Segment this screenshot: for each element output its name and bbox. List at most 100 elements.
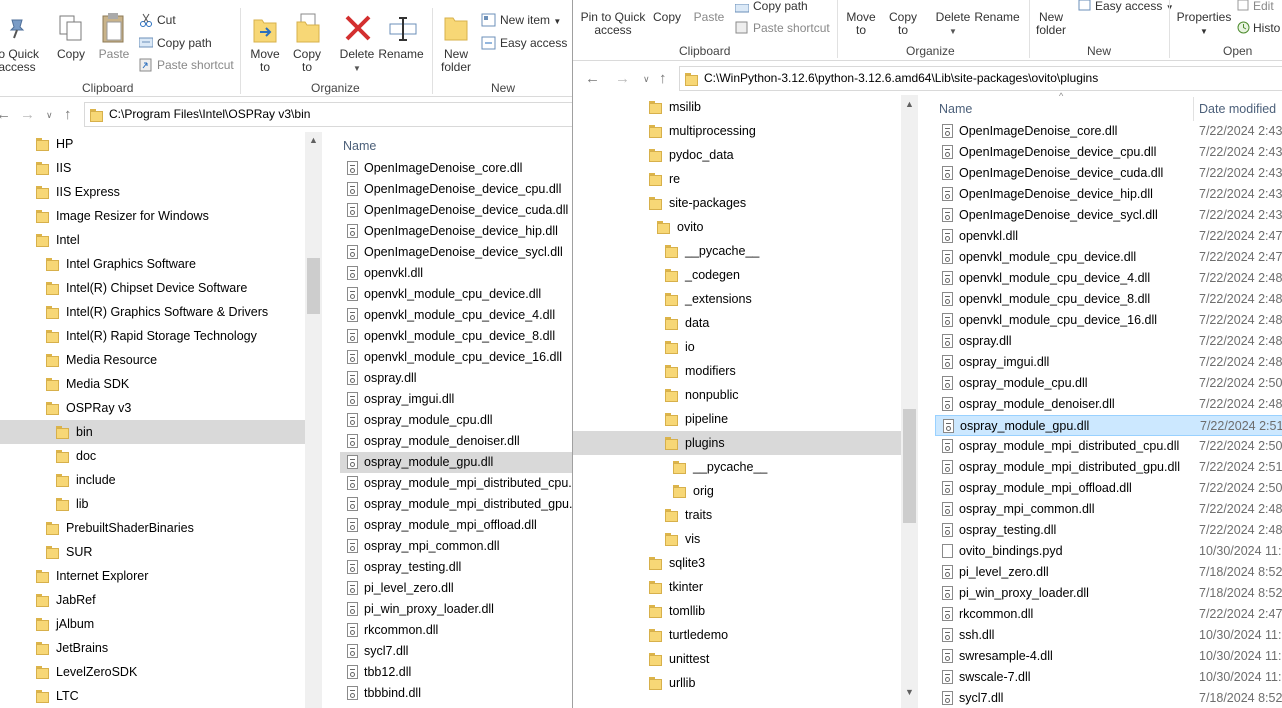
tree-item[interactable]: JabRef [0,588,305,612]
navigation-pane-scrollbar[interactable]: ▲ [305,132,322,708]
tree-item[interactable]: traits [573,503,901,527]
file-row[interactable]: ospray_module_mpi_offload.dll 7/22/2024 2… [935,478,1282,499]
file-row[interactable]: openvkl_module_cpu_device_16.dll 7/22/202… [935,310,1282,331]
file-row[interactable]: ospray.dll [340,368,573,389]
paste-shortcut-button[interactable]: Paste shortcut [753,20,830,36]
scrollbar-thumb[interactable] [307,258,320,314]
tree-item[interactable]: re [573,167,901,191]
tree-item[interactable]: unittest [573,647,901,671]
tree-item[interactable]: sqlite3 [573,551,901,575]
file-row[interactable]: openvkl_module_cpu_device_4.dll [340,305,573,326]
copy-to-button[interactable]: Copy to [883,11,923,37]
file-row[interactable]: ospray_module_mpi_distributed_cpu.dll 7/2… [935,436,1282,457]
file-row[interactable]: tbb12.dll [340,662,573,683]
recent-locations-chevron-icon[interactable]: ∨ [643,74,650,85]
easy-access-button[interactable]: Easy access ▼ [500,35,573,53]
copy-path-button[interactable]: Copy path [753,0,808,14]
file-row[interactable]: sycl7.dll [340,641,573,662]
move-to-button[interactable]: Move to [246,48,284,74]
file-row[interactable]: OpenImageDenoise_device_sycl.dll [340,242,573,263]
tree-item[interactable]: jAlbum [0,612,305,636]
delete-button[interactable]: Delete [931,11,975,24]
tree-item[interactable]: tomllib [573,599,901,623]
rename-button[interactable]: Rename [973,11,1021,24]
file-row[interactable]: swscale-7.dll 10/30/2024 11:1 [935,667,1282,688]
tree-item[interactable]: Intel(R) Graphics Software & Drivers [0,300,305,324]
file-row[interactable]: OpenImageDenoise_core.dll [340,158,573,179]
tree-item[interactable]: PrebuiltShaderBinaries [0,516,305,540]
recent-locations-chevron-icon[interactable]: ∨ [46,110,53,121]
column-header-name[interactable]: Name [939,102,972,116]
tree-item[interactable]: LevelZeroSDK [0,660,305,684]
rename-button[interactable]: Rename [378,48,424,61]
file-row[interactable]: ospray_module_cpu.dll 7/22/2024 2:50 P [935,373,1282,394]
file-row[interactable]: ospray_mpi_common.dll [340,536,573,557]
tree-item[interactable]: include [0,468,305,492]
tree-item[interactable]: multiprocessing [573,119,901,143]
file-row[interactable]: ospray_module_denoiser.dll [340,431,573,452]
file-row[interactable]: openvkl.dll 7/22/2024 2:47 P [935,226,1282,247]
scroll-down-arrow-icon[interactable]: ▼ [905,687,914,697]
tree-item[interactable]: Intel(R) Chipset Device Software [0,276,305,300]
tree-item[interactable]: HP [0,132,305,156]
file-row[interactable]: ospray_module_mpi_distributed_cpu.dll [340,473,573,494]
file-row[interactable]: ssh.dll 10/30/2024 11:1 [935,625,1282,646]
file-row[interactable]: OpenImageDenoise_device_cuda.dll 7/22/202… [935,163,1282,184]
paste-button[interactable]: Paste [689,11,729,24]
scrollbar-thumb[interactable] [903,409,916,523]
forward-arrow-icon[interactable]: → [20,106,35,123]
tree-item[interactable]: pipeline [573,407,901,431]
tree-item[interactable]: vis [573,527,901,551]
tree-item[interactable]: tkinter [573,575,901,599]
properties-button[interactable]: Properties ▼ [1173,11,1235,38]
tree-item[interactable]: urllib [573,671,901,695]
file-row[interactable]: openvkl_module_cpu_device_8.dll [340,326,573,347]
file-row[interactable]: ospray_testing.dll [340,557,573,578]
paste-button[interactable]: Paste [94,48,134,61]
tree-item[interactable]: io [573,335,901,359]
pin-to-quick-access-button[interactable]: to Quick access [0,48,48,74]
back-arrow-icon[interactable]: ← [585,70,600,87]
scroll-up-arrow-icon[interactable]: ▲ [309,135,318,145]
file-row[interactable]: OpenImageDenoise_device_cpu.dll [340,179,573,200]
move-to-button[interactable]: Move to [841,11,881,37]
file-row[interactable]: OpenImageDenoise_device_cuda.dll [340,200,573,221]
file-row[interactable]: ospray_module_gpu.dll [340,452,573,473]
file-row[interactable]: rkcommon.dll [340,620,573,641]
file-row[interactable]: ospray_module_mpi_distributed_gpu.dll 7/2… [935,457,1282,478]
tree-item[interactable]: OSPRay v3 [0,396,305,420]
tree-item[interactable]: IIS Express [0,180,305,204]
file-row[interactable]: ospray_module_mpi_offload.dll [340,515,573,536]
tree-item[interactable]: plugins [573,431,901,455]
column-header-name[interactable]: Name [343,139,376,153]
tree-item[interactable]: orig [573,479,901,503]
file-row[interactable]: ospray_module_mpi_distributed_gpu.dll [340,494,573,515]
file-row[interactable]: ospray_imgui.dll [340,389,573,410]
new-folder-button[interactable]: New folder [436,48,476,74]
paste-shortcut-button[interactable]: Paste shortcut [157,57,234,73]
tree-item[interactable]: site-packages [573,191,901,215]
file-row[interactable]: openvkl_module_cpu_device_4.dll 7/22/2024… [935,268,1282,289]
tree-item[interactable]: data [573,311,901,335]
tree-item[interactable]: Image Resizer for Windows [0,204,305,228]
easy-access-button[interactable]: Easy access ▼ [1095,0,1174,16]
forward-arrow-icon[interactable]: → [615,70,630,87]
file-row[interactable]: OpenImageDenoise_device_hip.dll [340,221,573,242]
tree-item[interactable]: __pycache__ [573,239,901,263]
file-row[interactable]: ospray.dll 7/22/2024 2:48 P [935,331,1282,352]
file-row[interactable]: ospray_module_denoiser.dll 7/22/2024 2:48… [935,394,1282,415]
file-row[interactable]: OpenImageDenoise_core.dll 7/22/2024 2:43 … [935,121,1282,142]
history-button[interactable]: Histo [1253,20,1280,36]
file-row[interactable]: openvkl_module_cpu_device_16.dll [340,347,573,368]
copy-to-button[interactable]: Copy to [288,48,326,74]
tree-item[interactable]: ovito [573,215,901,239]
back-arrow-icon[interactable]: ← [0,106,11,123]
file-row[interactable]: ospray_imgui.dll 7/22/2024 2:48 P [935,352,1282,373]
file-row[interactable]: tbbbind.dll [340,683,573,704]
tree-item[interactable]: JetBrains [0,636,305,660]
pin-to-quick-access-button[interactable]: Pin to Quick access [579,11,647,37]
file-row[interactable]: swresample-4.dll 10/30/2024 11:1 [935,646,1282,667]
file-row[interactable]: OpenImageDenoise_device_cpu.dll 7/22/2024… [935,142,1282,163]
tree-item[interactable]: modifiers [573,359,901,383]
file-row[interactable]: openvkl_module_cpu_device.dll 7/22/2024 2… [935,247,1282,268]
